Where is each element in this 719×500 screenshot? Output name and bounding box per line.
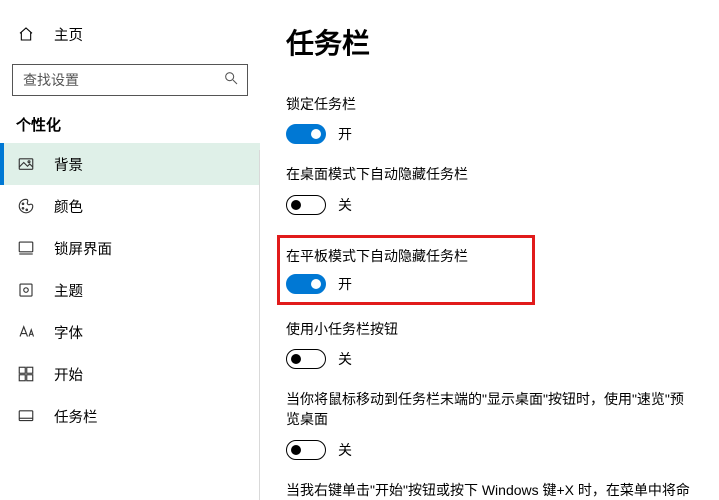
- home-label: 主页: [54, 24, 83, 45]
- sidebar-item-label: 开始: [54, 364, 83, 385]
- home-nav[interactable]: 主页: [0, 14, 260, 54]
- home-icon: [16, 26, 36, 42]
- sidebar-item-taskbar[interactable]: 任务栏: [0, 395, 260, 437]
- toggle-autohide-desktop[interactable]: [286, 195, 326, 215]
- theme-icon: [16, 281, 36, 299]
- image-icon: [16, 155, 36, 173]
- sidebar-divider: [259, 150, 260, 500]
- search-box[interactable]: [12, 64, 248, 96]
- sidebar-item-label: 任务栏: [54, 406, 98, 427]
- toggle-small-buttons[interactable]: [286, 349, 326, 369]
- sidebar-item-label: 背景: [54, 154, 83, 175]
- setting-peek-desktop: 当你将鼠标移动到任务栏末端的"显示桌面"按钮时，使用"速览"预览桌面 关: [286, 389, 693, 460]
- main-panel: 任务栏 锁定任务栏 开 在桌面模式下自动隐藏任务栏 关 在平板模式下自动隐藏任务…: [260, 0, 719, 500]
- sidebar-item-themes[interactable]: 主题: [0, 269, 260, 311]
- search-icon: [223, 70, 239, 91]
- palette-icon: [16, 197, 36, 215]
- sidebar-item-fonts[interactable]: 字体: [0, 311, 260, 353]
- toggle-state-text: 关: [338, 195, 352, 215]
- setting-label: 当我右键单击"开始"按钮或按下 Windows 键+X 时，在菜单中将命令提示符…: [286, 480, 693, 500]
- setting-powershell-replace: 当我右键单击"开始"按钮或按下 Windows 键+X 时，在菜单中将命令提示符…: [286, 480, 693, 500]
- toggle-lock-taskbar[interactable]: [286, 124, 326, 144]
- setting-label: 在桌面模式下自动隐藏任务栏: [286, 164, 693, 184]
- lockscreen-icon: [16, 239, 36, 257]
- setting-label: 在平板模式下自动隐藏任务栏: [286, 246, 526, 266]
- setting-label: 当你将鼠标移动到任务栏末端的"显示桌面"按钮时，使用"速览"预览桌面: [286, 389, 693, 430]
- sidebar-item-label: 颜色: [54, 196, 83, 217]
- sidebar-item-lockscreen[interactable]: 锁屏界面: [0, 227, 260, 269]
- setting-label: 使用小任务栏按钮: [286, 319, 693, 339]
- page-title: 任务栏: [286, 22, 693, 62]
- start-icon: [16, 365, 36, 383]
- setting-small-buttons: 使用小任务栏按钮 关: [286, 319, 693, 369]
- sidebar-item-label: 字体: [54, 322, 83, 343]
- search-input[interactable]: [21, 71, 223, 89]
- sidebar-item-colors[interactable]: 颜色: [0, 185, 260, 227]
- toggle-state-text: 关: [338, 440, 352, 460]
- sidebar-item-label: 主题: [54, 280, 83, 301]
- setting-autohide-desktop: 在桌面模式下自动隐藏任务栏 关: [286, 164, 693, 214]
- sidebar-item-label: 锁屏界面: [54, 238, 112, 259]
- sidebar-section-title: 个性化: [0, 96, 260, 143]
- toggle-state-text: 开: [338, 274, 352, 294]
- highlight-annotation: 在平板模式下自动隐藏任务栏 开: [277, 235, 535, 305]
- setting-label: 锁定任务栏: [286, 94, 693, 114]
- taskbar-icon: [16, 407, 36, 425]
- sidebar-item-background[interactable]: 背景: [0, 143, 260, 185]
- setting-lock-taskbar: 锁定任务栏 开: [286, 94, 693, 144]
- toggle-state-text: 开: [338, 124, 352, 144]
- sidebar-item-start[interactable]: 开始: [0, 353, 260, 395]
- toggle-state-text: 关: [338, 349, 352, 369]
- toggle-autohide-tablet[interactable]: [286, 274, 326, 294]
- font-icon: [16, 323, 36, 341]
- toggle-peek-desktop[interactable]: [286, 440, 326, 460]
- sidebar: 主页 个性化 背景: [0, 0, 260, 500]
